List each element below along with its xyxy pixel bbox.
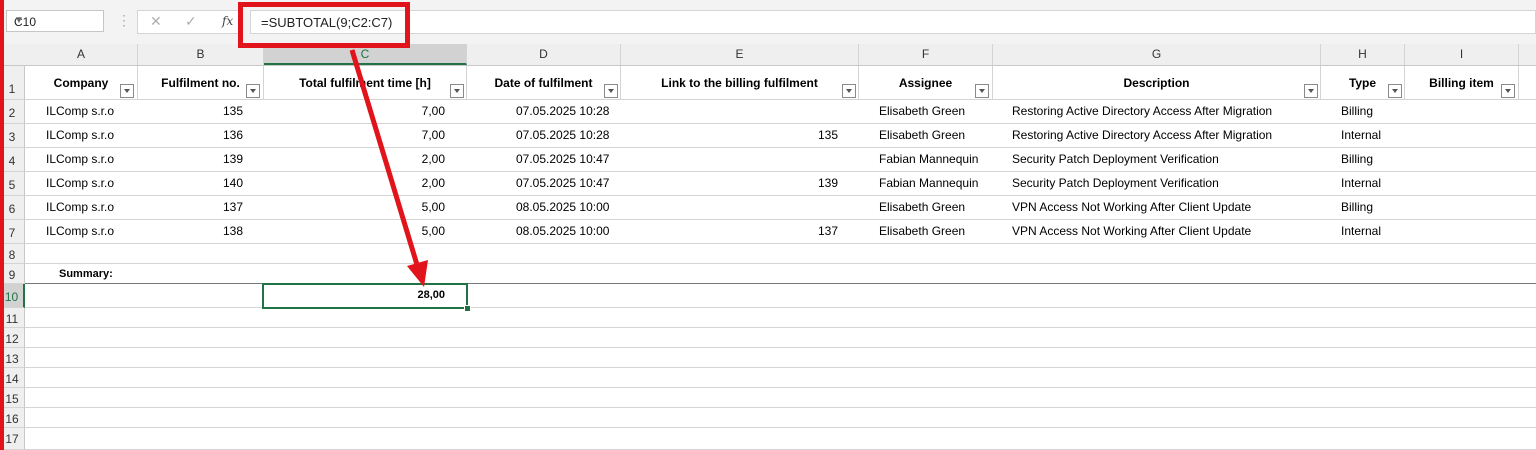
annotation-arrow xyxy=(349,49,428,287)
left-red-border xyxy=(0,0,4,450)
arrow-shaft xyxy=(349,49,421,269)
arrow-head xyxy=(407,260,428,287)
formula-highlight-box xyxy=(238,2,410,48)
